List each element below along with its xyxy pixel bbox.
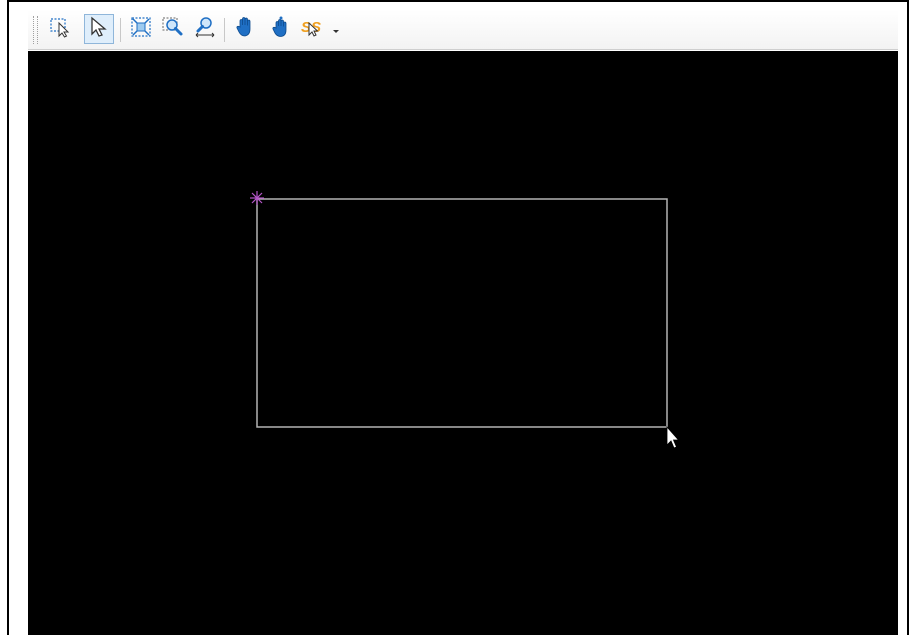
zoom-extents-button[interactable] bbox=[126, 14, 156, 44]
select-rectangle-button[interactable] bbox=[46, 14, 76, 44]
zoom-extents-icon bbox=[129, 15, 153, 44]
snap-settings-button[interactable]: SS bbox=[296, 14, 330, 44]
dashed-select-arrow-icon bbox=[49, 15, 73, 44]
drawn-rectangle[interactable] bbox=[256, 198, 668, 428]
right-border bbox=[907, 0, 909, 635]
pan-realtime-button[interactable] bbox=[266, 14, 296, 44]
toolbar-separator bbox=[224, 18, 225, 42]
view-toolbar: SS bbox=[28, 10, 898, 50]
pan-button[interactable] bbox=[230, 14, 260, 44]
hand-pan-realtime-icon bbox=[269, 15, 293, 44]
start-point-marker bbox=[250, 191, 264, 205]
toolbar-grip[interactable] bbox=[33, 16, 38, 44]
zoom-window-icon bbox=[161, 15, 185, 44]
top-border bbox=[7, 0, 909, 2]
snap-ss-icon: SS bbox=[299, 15, 327, 44]
zoom-realtime-button[interactable] bbox=[190, 14, 220, 44]
drawing-canvas[interactable] bbox=[28, 51, 898, 635]
zoom-window-button[interactable] bbox=[158, 14, 188, 44]
canvas-drawing-layer bbox=[250, 191, 680, 449]
app-window: SS bbox=[0, 0, 910, 635]
pointer-arrow-icon bbox=[87, 15, 111, 44]
select-pointer-button[interactable] bbox=[84, 14, 114, 44]
hand-pan-icon bbox=[233, 15, 257, 44]
zoom-realtime-icon bbox=[193, 15, 217, 44]
chevron-down-icon[interactable] bbox=[333, 30, 339, 33]
mouse-cursor-icon bbox=[666, 425, 680, 449]
left-border bbox=[7, 0, 9, 635]
toolbar-separator bbox=[120, 18, 121, 42]
